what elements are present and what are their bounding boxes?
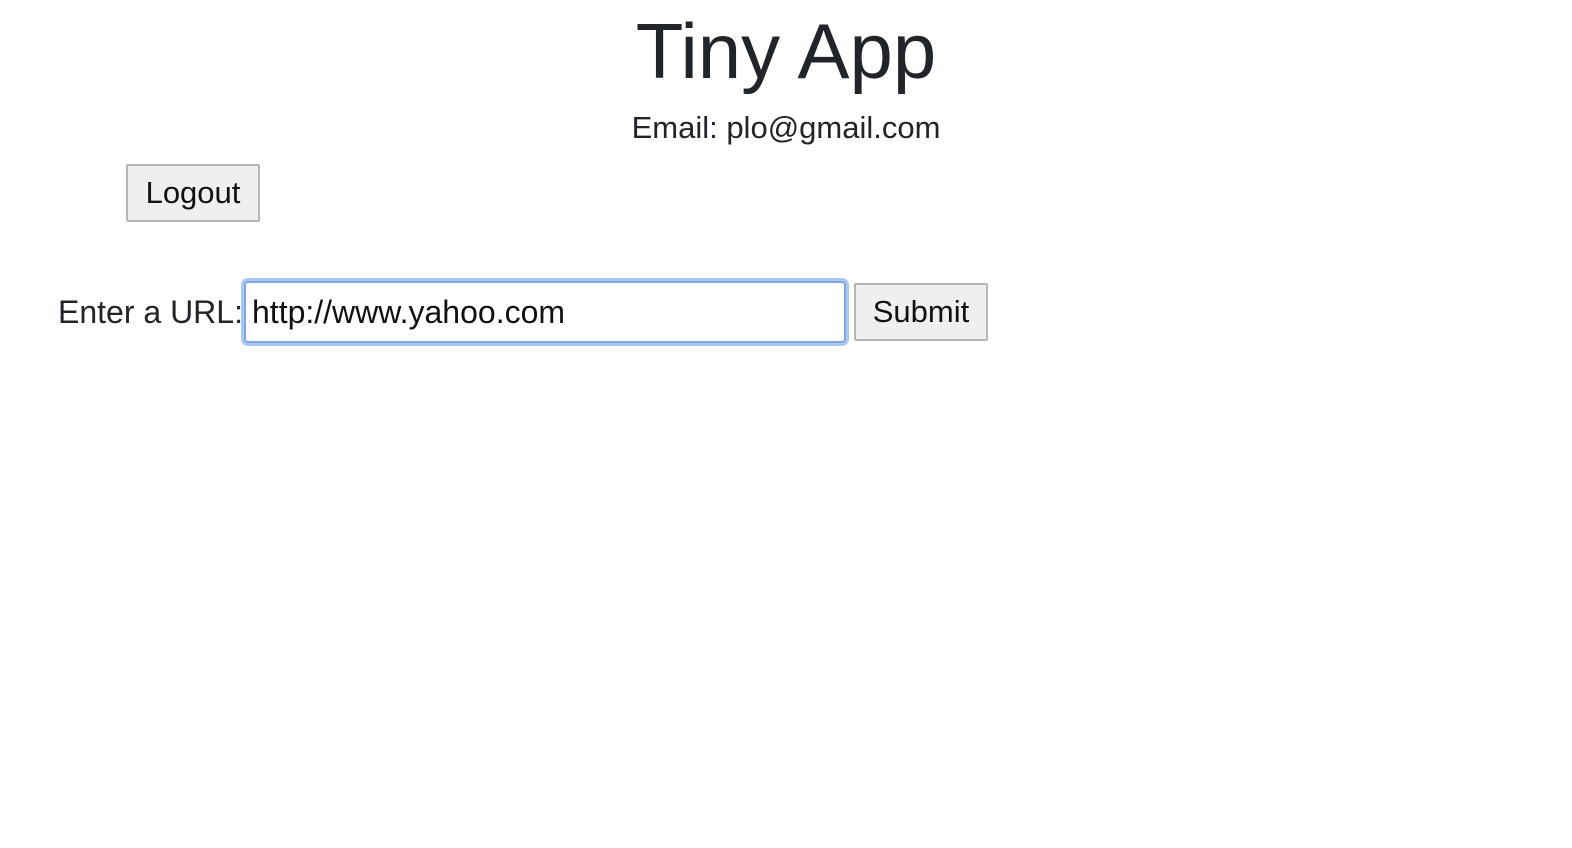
url-input[interactable]: [244, 281, 846, 343]
url-label: Enter a URL:: [58, 294, 243, 330]
page: Tiny App Email: plo@gmail.com Logout Ent…: [0, 0, 1572, 848]
user-email: Email: plo@gmail.com: [631, 110, 941, 145]
logout-button[interactable]: Logout: [126, 164, 260, 222]
page-title: Tiny App: [635, 7, 937, 95]
submit-button[interactable]: Submit: [854, 283, 988, 341]
